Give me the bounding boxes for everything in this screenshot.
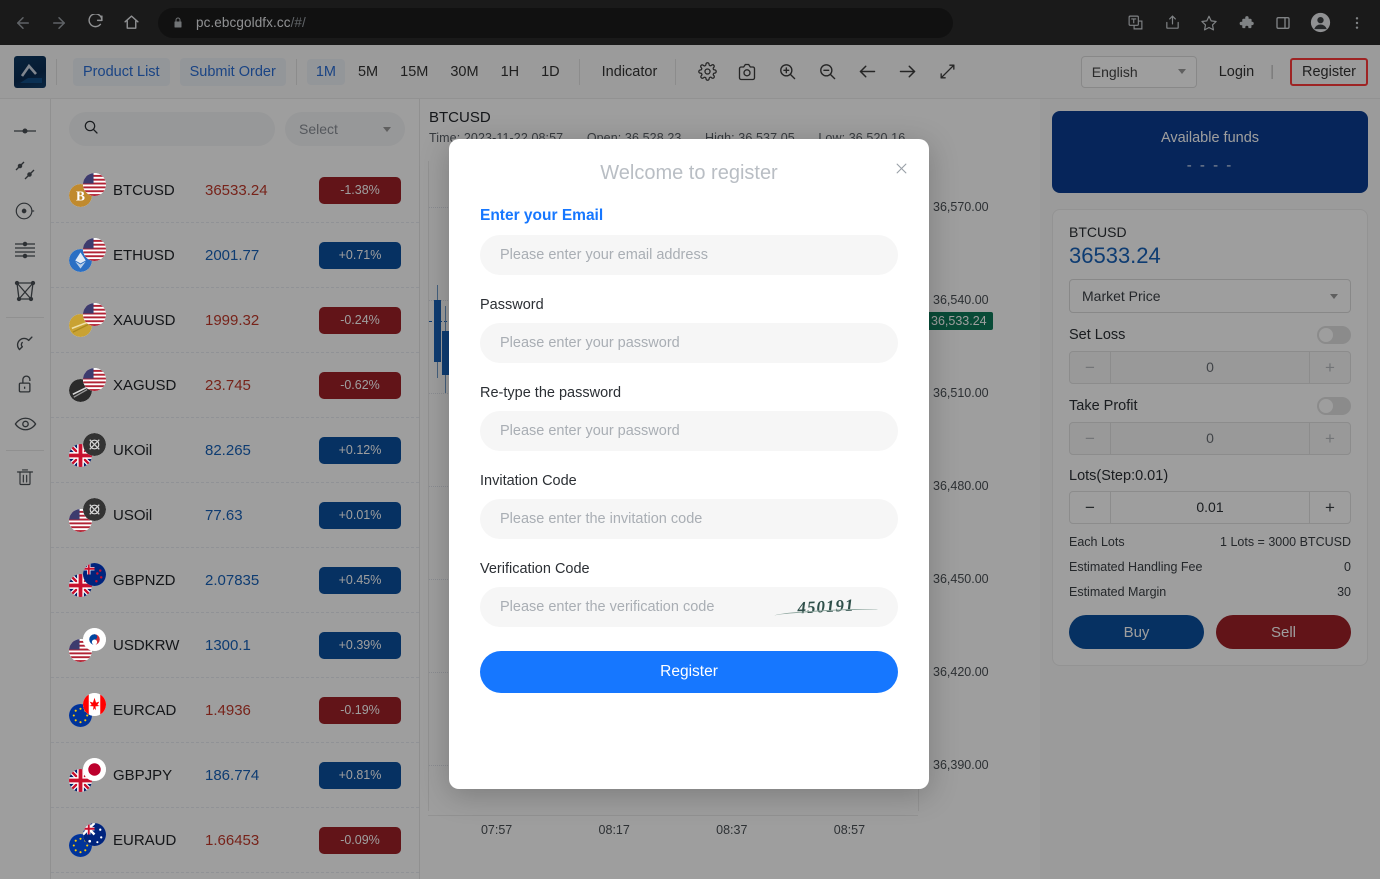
retype-password-input[interactable]	[500, 423, 878, 439]
flag-oil-icon	[83, 498, 106, 521]
password-input[interactable]	[500, 335, 878, 351]
email-label: Enter your Email	[480, 207, 604, 224]
retype-password-label: Re-type the password	[480, 385, 622, 401]
password-field[interactable]	[480, 323, 898, 363]
flag-kr-icon	[83, 628, 106, 651]
password-label: Password	[480, 297, 544, 313]
email-input[interactable]	[500, 247, 878, 263]
invitation-code-field[interactable]	[480, 499, 898, 539]
email-field[interactable]	[480, 235, 898, 275]
register-submit-button[interactable]: Register	[480, 651, 898, 693]
flag-us-icon	[83, 173, 106, 196]
captcha-image[interactable]: 450191	[773, 591, 879, 622]
retype-password-field[interactable]	[480, 411, 898, 451]
invitation-code-label: Invitation Code	[480, 473, 577, 489]
svg-text:B: B	[76, 188, 85, 203]
flag-us-icon	[83, 238, 106, 261]
modal-title: Welcome to register	[600, 162, 778, 184]
flag-jp-icon	[83, 758, 106, 781]
flag-us-icon	[83, 303, 106, 326]
flag-nz-icon	[83, 563, 106, 586]
verification-code-label: Verification Code	[480, 561, 590, 577]
flag-us-icon	[83, 368, 106, 391]
verification-code-field[interactable]: 450191	[480, 587, 898, 627]
flag-ca-icon	[83, 693, 106, 716]
flag-au-icon	[83, 823, 106, 846]
verification-code-input[interactable]	[500, 599, 768, 615]
register-modal: Welcome to register Enter your Email Pas…	[449, 139, 929, 789]
captcha-squiggle	[774, 607, 879, 619]
invitation-code-input[interactable]	[500, 511, 878, 527]
flag-oil-icon	[83, 433, 106, 456]
close-icon[interactable]	[894, 161, 909, 179]
